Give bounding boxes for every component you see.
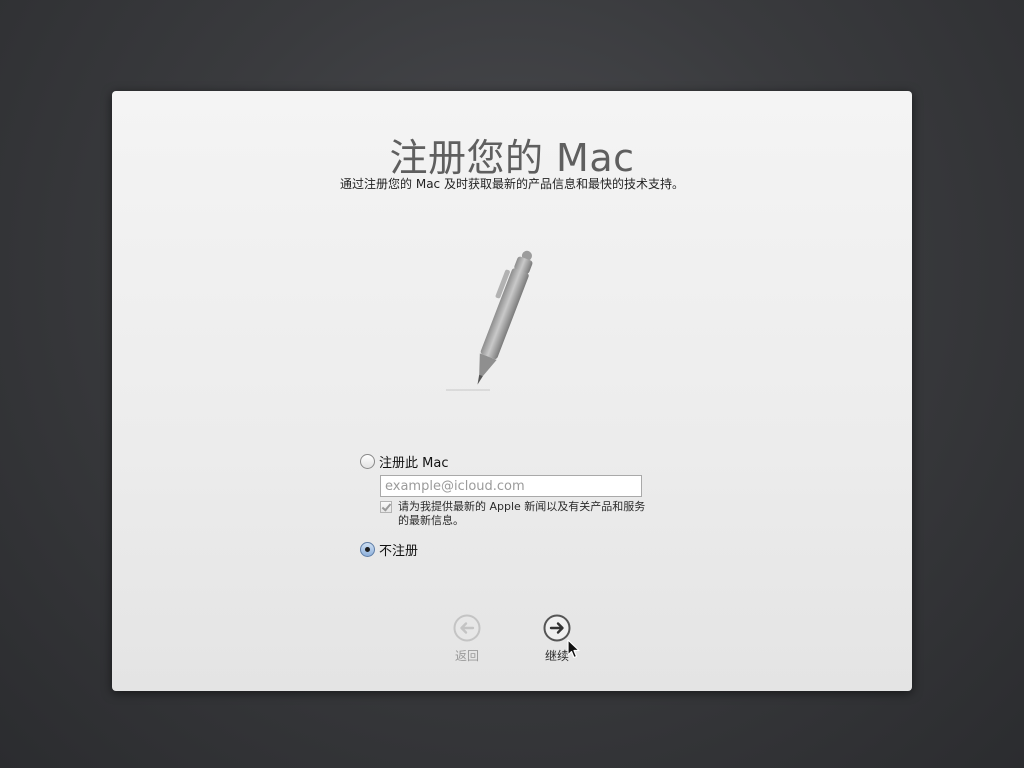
page-subtitle: 通过注册您的 Mac 及时获取最新的产品信息和最快的技术支持。 [340,177,684,191]
back-button[interactable]: 返回 [437,614,497,664]
mouse-pointer-icon [567,639,580,659]
register-label[interactable]: 注册此 Mac [379,452,448,471]
newsletter-option[interactable]: 请为我提供最新的 Apple 新闻以及有关产品和服务 的最新信息。 [380,500,650,528]
newsletter-label-line2: 的最新信息。 [398,514,464,527]
skip-option[interactable]: 不注册 [360,540,418,559]
pen-icon [446,250,533,391]
newsletter-label-line1: 请为我提供最新的 Apple 新闻以及有关产品和服务 [398,500,646,513]
newsletter-label: 请为我提供最新的 Apple 新闻以及有关产品和服务 的最新信息。 [398,500,650,528]
register-option[interactable]: 注册此 Mac [360,452,448,471]
arrow-right-circle-icon [543,614,571,642]
arrow-left-circle-icon [453,614,481,642]
back-label: 返回 [454,649,479,663]
register-radio[interactable] [360,454,375,469]
skip-radio[interactable] [360,542,375,557]
registration-dialog: 注册您的 Mac 通过注册您的 Mac 及时获取最新的产品信息和最快的技术支持。… [112,91,912,691]
email-input[interactable] [380,475,642,497]
newsletter-checkbox[interactable] [380,501,392,513]
skip-label[interactable]: 不注册 [379,540,418,559]
page-title: 注册您的 Mac [389,136,635,180]
